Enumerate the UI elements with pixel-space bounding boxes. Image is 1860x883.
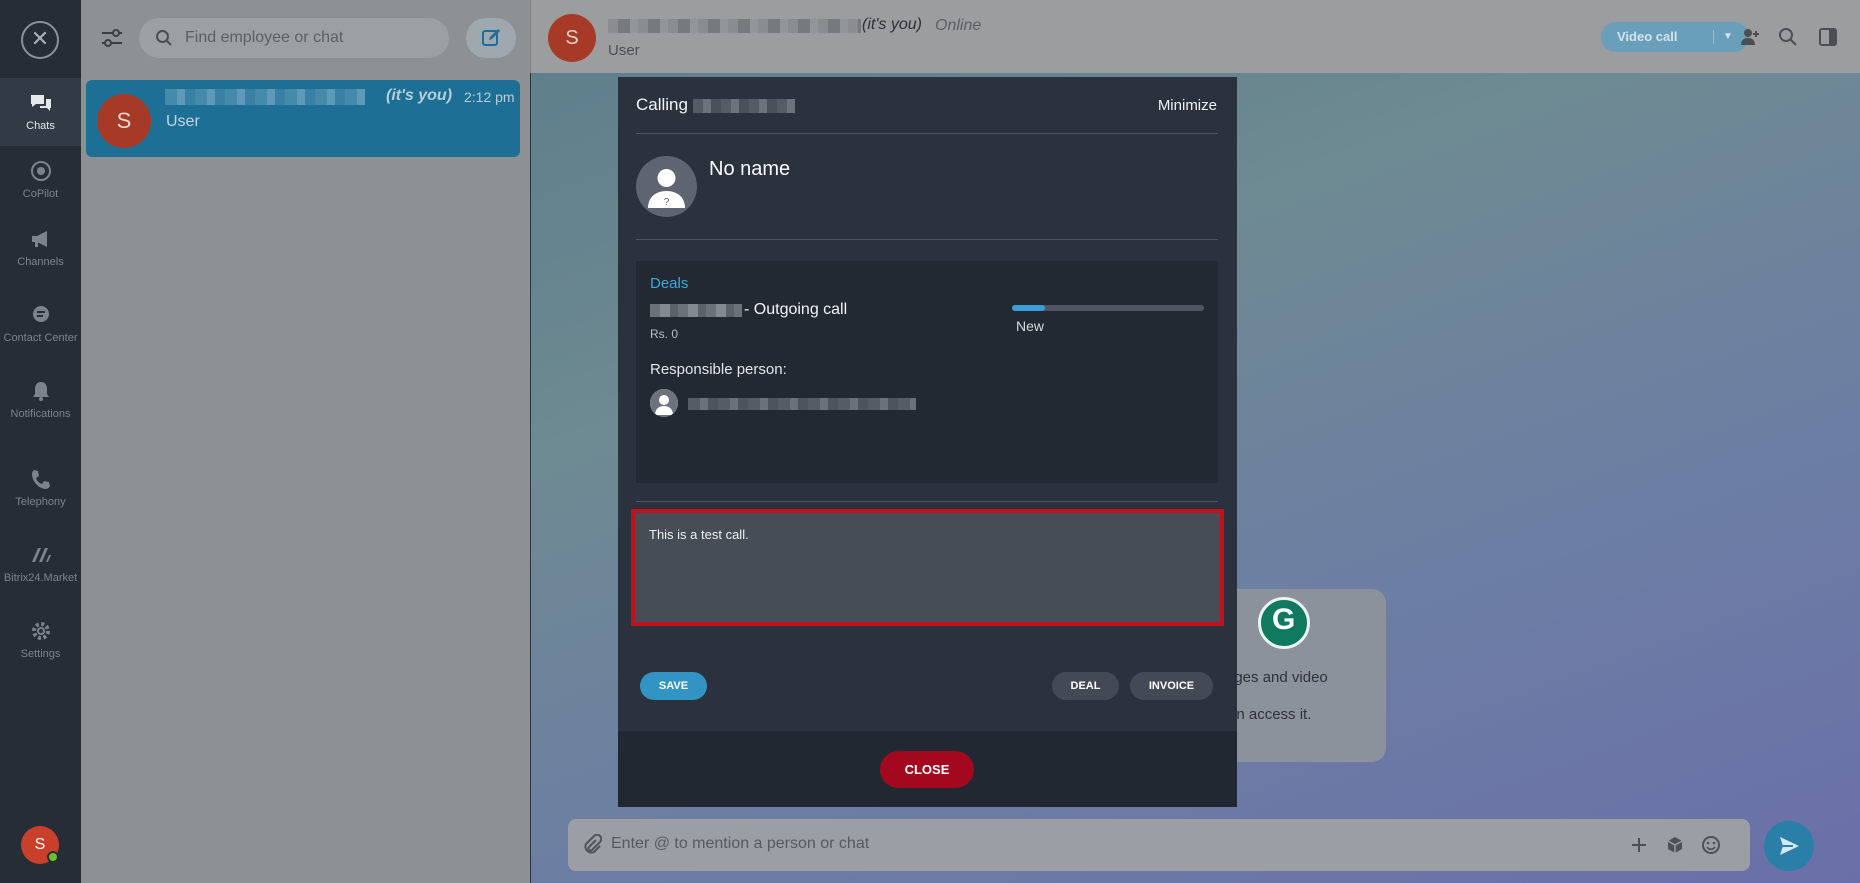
divider	[636, 239, 1218, 240]
deal-stage: New	[1016, 318, 1045, 334]
megaphone-icon	[31, 231, 47, 247]
sidebar-item-channels[interactable]: Channels	[0, 214, 81, 280]
sidebar-item-label: Channels	[17, 256, 64, 268]
sidebar-item-settings[interactable]: Settings	[0, 620, 81, 686]
sidebar-item-label: Contact Center	[3, 332, 78, 344]
send-icon	[1780, 837, 1799, 855]
phone-icon	[31, 470, 50, 489]
new-chat-button[interactable]	[466, 18, 516, 58]
call-dialog-footer: CLOSE	[618, 731, 1237, 807]
unknown-contact-icon: ?	[636, 156, 697, 217]
video-call-label: Video call	[1617, 29, 1678, 44]
divider	[636, 501, 1218, 502]
chat-you-tag: (it's you)	[862, 16, 922, 33]
call-notes-textarea[interactable]: This is a test call.	[635, 513, 1220, 622]
status-text: Online	[935, 17, 982, 34]
filter-settings-icon[interactable]	[99, 25, 125, 51]
deal-stage-progress	[1012, 305, 1204, 311]
bell-icon	[32, 382, 49, 401]
search-placeholder: Find employee or chat	[185, 29, 344, 46]
sidebar-item-contact-center[interactable]: Contact Center	[0, 290, 81, 356]
deal-stage-progress-fill	[1012, 305, 1045, 311]
sidebar-toggle-icon[interactable]	[1817, 26, 1839, 48]
add-user-icon[interactable]	[1739, 26, 1761, 48]
attach-icon[interactable]	[582, 834, 602, 856]
avatar: S	[97, 94, 151, 148]
left-sidebar: ✕ Chats CoPilot Channels Contact Center …	[0, 0, 81, 883]
deal-button[interactable]: DEAL	[1052, 672, 1119, 700]
sidebar-item-label: CoPilot	[22, 188, 59, 200]
sidebar-item-label: Settings	[20, 648, 61, 660]
deal-title-redacted	[650, 304, 742, 317]
crm-card: Deals - Outgoing call Rs. 0 New Responsi…	[636, 261, 1218, 483]
responsible-person-name-redacted	[688, 398, 916, 410]
chat-header: S (it's you) Online User Video call ▼	[530, 0, 1860, 73]
copilot-icon	[30, 161, 51, 181]
box-icon[interactable]	[1664, 834, 1686, 856]
chevron-down-icon[interactable]: ▼	[1723, 22, 1733, 52]
welcome-line-1: ages and video	[1226, 669, 1328, 686]
sidebar-item-notifications[interactable]: Notifications	[0, 366, 81, 432]
video-call-button[interactable]: Video call ▼	[1601, 22, 1749, 52]
divider	[636, 133, 1218, 134]
minimize-button[interactable]: Minimize	[1158, 97, 1217, 114]
call-dialog: Calling Minimize ? No name Deals - Outgo…	[618, 77, 1237, 807]
message-placeholder: Enter @ to mention a person or chat	[611, 835, 870, 852]
emoji-icon[interactable]	[1700, 834, 1722, 856]
chat-time: 2:12 pm	[464, 89, 515, 105]
user-avatar-icon	[650, 389, 678, 417]
call-notes-field[interactable]: This is a test call.	[631, 509, 1224, 626]
invoice-button[interactable]: INVOICE	[1130, 672, 1213, 700]
grammarly-icon[interactable]: G	[1258, 597, 1310, 649]
chat-you-tag: (it's you)	[386, 87, 453, 104]
search-input[interactable]: Find employee or chat	[139, 18, 449, 58]
caller-number-redacted	[693, 99, 795, 113]
search-icon	[156, 30, 172, 46]
sidebar-item-copilot[interactable]: CoPilot	[0, 146, 81, 212]
deals-link[interactable]: Deals	[650, 275, 688, 292]
welcome-line-2: an access it.	[1228, 706, 1312, 723]
online-status-dot	[47, 851, 59, 863]
deal-title[interactable]: - Outgoing call	[744, 301, 847, 319]
sidebar-item-telephony[interactable]: Telephony	[0, 468, 81, 534]
market-icon	[31, 548, 51, 562]
sidebar-item-label: Notifications	[10, 408, 71, 420]
chat-role: User	[608, 42, 640, 59]
contact-name: No name	[709, 158, 791, 180]
contact-center-icon	[32, 306, 49, 322]
send-button[interactable]	[1764, 821, 1814, 871]
gear-icon	[31, 622, 50, 640]
responsible-person-label: Responsible person:	[650, 361, 787, 378]
close-icon[interactable]: ✕	[21, 21, 59, 59]
sidebar-item-label: Telephony	[15, 496, 66, 508]
plus-icon[interactable]	[1628, 834, 1650, 856]
close-button[interactable]: CLOSE	[880, 751, 974, 788]
chat-bubbles-icon	[30, 95, 51, 111]
deal-amount: Rs. 0	[650, 327, 679, 341]
chat-title-redacted	[608, 19, 861, 33]
chat-list-item[interactable]: S (it's you) 2:12 pm User	[86, 80, 520, 157]
search-icon[interactable]	[1777, 26, 1799, 48]
call-dialog-title: Calling	[636, 95, 688, 114]
sidebar-item-chats[interactable]: Chats	[0, 78, 81, 146]
chat-role: User	[166, 113, 200, 130]
sidebar-item-label: Bitrix24.Market	[3, 572, 78, 584]
compose-icon	[482, 29, 500, 46]
divider	[1713, 30, 1714, 44]
sidebar-item-market[interactable]: Bitrix24.Market	[0, 544, 81, 610]
avatar[interactable]: S	[548, 14, 596, 62]
save-button[interactable]: SAVE	[640, 672, 707, 700]
svg-text:?: ?	[664, 197, 670, 208]
message-input[interactable]: Enter @ to mention a person or chat	[568, 819, 1750, 871]
sidebar-item-label: Chats	[26, 120, 55, 132]
chat-name-redacted	[165, 89, 365, 105]
